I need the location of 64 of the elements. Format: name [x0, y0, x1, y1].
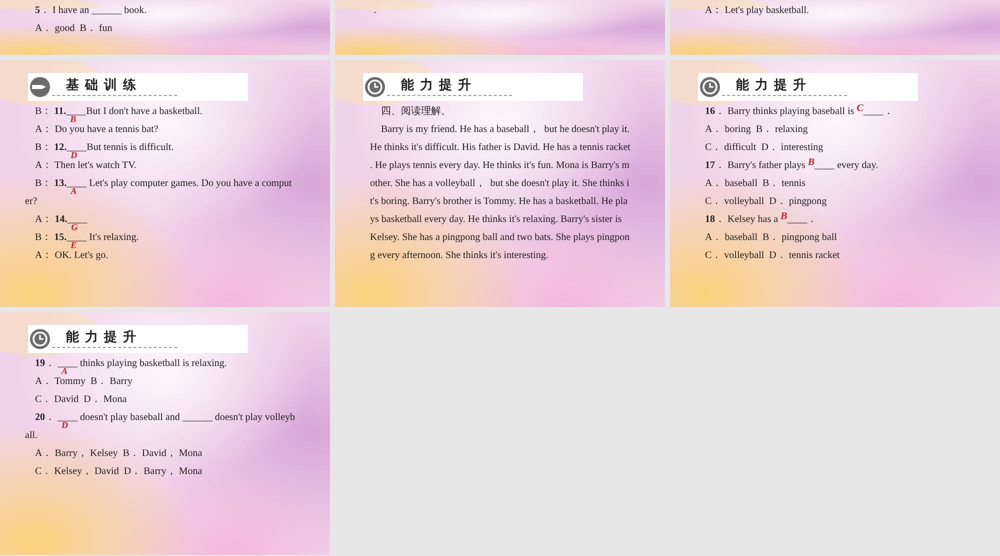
answer-blank: ____ — [58, 358, 78, 368]
slide-text: Barry is my friend. He has a baseball， but he doesn't play it. — [381, 122, 630, 136]
slide-text: He thinks it's difficult. His father is David. He has a tennis racket — [370, 140, 630, 154]
slide-text: doesn't play baseball and ______ doesn't play volleyb — [79, 410, 295, 424]
slide-text: It's relaxing. — [88, 230, 139, 244]
slide-text: 16． Barry thinks playing baseball is — [705, 104, 856, 118]
slide-text: ． — [370, 4, 380, 18]
answer-blank: ____ — [66, 232, 87, 242]
slide-text: A． baseball B． pingpong ball — [705, 230, 837, 244]
answer-blank: ____ — [66, 178, 87, 188]
slide-text: A． Barry， Kelsey B． David， Mona — [35, 446, 202, 460]
slide-text: g every afternoon. She thinks it's interesting. — [370, 248, 548, 262]
slide-text: A： OK. Let's go. — [35, 248, 108, 262]
slide-text: t's boring. Barry's brother is Tommy. He has a basketball. He pla — [370, 194, 628, 208]
slide-text: ． — [807, 212, 818, 226]
slide-text: . He plays tennis every day. He thinks it's fun. Mona is Barry's m — [370, 158, 630, 172]
answer-blank: ____ — [66, 142, 87, 152]
slide-text: 19． — [35, 356, 56, 370]
slide-text: A： Let's play basketball. — [705, 4, 809, 18]
slide-text: But I don't have a basketball. — [86, 104, 202, 118]
slide-text: C． volleyball D． tennis racket — [705, 248, 840, 262]
slide-text: every day. — [836, 158, 878, 172]
answer-letter: B — [780, 212, 788, 222]
slide-text: 17． Barry's father plays — [705, 158, 806, 172]
slide-text: ys basketball every day. He thinks it's relaxing. Barry's sister is — [370, 212, 622, 226]
answer-blank: ____ — [814, 158, 835, 172]
answer-blank: ____ — [67, 214, 88, 224]
slide-text: A． Tommy B． Barry — [35, 374, 132, 388]
slide-text: B： 12. — [35, 140, 67, 154]
answer-blank: ____ — [58, 412, 78, 422]
answer-blank: ____ — [66, 106, 86, 116]
answer-letter: B — [808, 158, 815, 168]
slide-text: A． good B． fun — [35, 22, 112, 36]
slide-text: Kelsey. She has a pingpong ball and two bats. She plays pingpon — [370, 230, 630, 244]
slide-text: A： Then let's watch TV. — [35, 158, 137, 172]
slide-text: C． volleyball D． pingpong — [705, 194, 827, 208]
slide-text: B： 11. — [35, 104, 66, 118]
answer-blank: ____ — [863, 106, 884, 118]
slide-text: B： 15. — [35, 230, 67, 244]
slide-text: A． baseball B． tennis — [705, 176, 806, 190]
slide-text: A： Do you have a tennis bat? — [35, 122, 158, 136]
slide-text: 5． I have an ______ book. — [35, 4, 147, 18]
slide-text: B： 13. — [35, 176, 67, 190]
section-title: 基础训练 — [66, 78, 143, 94]
slide-text: C． Kelsey， David D． Barry， Mona — [35, 464, 202, 478]
slide-text: all. — [25, 428, 38, 442]
section-title: 能力提升 — [736, 78, 813, 94]
slide-text: 四、阅读理解。 — [381, 104, 451, 118]
slide-text: C． David D． Mona — [35, 392, 127, 406]
slide-text: A． boring B． relaxing — [705, 122, 808, 136]
slide-text: 18． Kelsey has a — [705, 212, 780, 226]
slide-text: thinks playing basketball is relaxing. — [79, 356, 227, 370]
section-title: 能力提升 — [66, 330, 143, 346]
slide-text: er? — [25, 194, 38, 208]
slide-text: C． difficult D． interesting — [705, 140, 824, 154]
answer-blank: ____ — [787, 212, 808, 226]
slide-text: But tennis is difficult. — [86, 140, 174, 154]
slide-text: Let's play computer games. Do you have a comput — [88, 176, 292, 190]
slide-text: ． — [883, 104, 894, 118]
answer-letter: C — [856, 104, 864, 114]
slide-text: A： 14. — [35, 212, 68, 226]
slide-text: other. She has a volleyball， but she doesn't play it. She thinks i — [370, 176, 630, 190]
slide-text: 20． — [35, 410, 56, 424]
section-title: 能力提升 — [401, 78, 478, 94]
